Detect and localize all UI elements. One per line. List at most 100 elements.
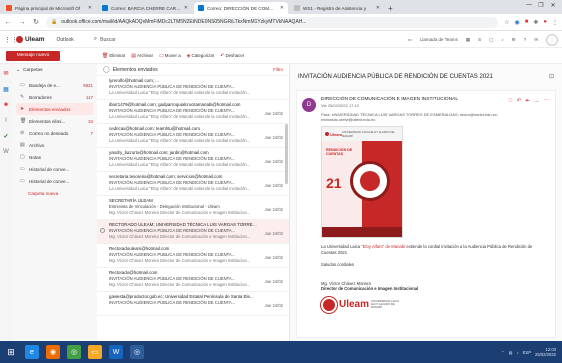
chevron-down-icon: ⌄ (16, 68, 21, 73)
chrome-icon[interactable]: ◎ (67, 345, 81, 359)
new-message-button[interactable]: Mensaje nuevo (6, 50, 60, 61)
pin-icon[interactable]: ⊡ (549, 73, 554, 80)
bell-icon[interactable]: ♪ (501, 37, 503, 42)
browser-tab[interactable]: Página principal de Microsoft Of ✕ (2, 2, 96, 14)
url-text: outlook.office.com/mail/id/AAQkADQxMmFiM… (61, 19, 307, 25)
select-radio-icon[interactable] (100, 228, 105, 233)
close-icon[interactable]: ✕ (280, 5, 284, 11)
list-item[interactable]: gaviesta@productor.gob.ec; Universidad E… (97, 292, 289, 316)
volume-icon[interactable]: ♪ (517, 350, 519, 355)
app-launcher-icon[interactable]: ⋮⋮⋮ (4, 36, 25, 44)
message-preview: La Universidad Laica "Eloy Alfaro" de Ma… (109, 138, 251, 143)
browser-tab-active[interactable]: Correo: DIRECCIÓN DE COMUNIC ✕ (194, 2, 288, 14)
folder-item-junk[interactable]: ⊘ Correo no deseado 7 (16, 127, 93, 139)
list-item[interactable]: cedricas@hotmail.com; teamhtu@hotmail.co… (97, 124, 289, 148)
extension-icon[interactable]: ■ (525, 19, 529, 25)
undo-button[interactable]: ↶ Deshacer (220, 53, 244, 59)
firefox-icon[interactable]: ◉ (46, 345, 60, 359)
categorize-button[interactable]: ◈ Categorizar (187, 53, 215, 59)
reply-icon[interactable]: ↶ (517, 98, 522, 104)
star-icon[interactable]: ☆ (504, 19, 509, 26)
windows-start-icon[interactable]: ⊞ (4, 345, 18, 359)
new-tab-icon[interactable]: + (388, 4, 393, 13)
list-item-selected[interactable]: RECTORADO ULEAM; UNIVERSIDAD TÉCNICA LUI… (97, 220, 289, 244)
new-folder-link[interactable]: Carpeta nueva (16, 191, 93, 196)
uleam-logo-icon (16, 36, 23, 43)
folder-label: Bandeja de e... (29, 82, 60, 88)
help-icon[interactable]: ? (524, 37, 527, 42)
folders-header[interactable]: ⌄ Carpetas (16, 68, 93, 73)
attachment-icon[interactable]: ⌇ (5, 117, 8, 124)
reply-all-icon[interactable]: ↞ (525, 98, 530, 104)
gear-icon[interactable]: ⚙ (512, 37, 516, 43)
list-item[interactable]: SECRETARÍA ULEAM Entrevista de Vinculaci… (97, 196, 289, 220)
filter-button[interactable]: Filtro (273, 67, 283, 72)
list-item[interactable]: secretaria.tesoreria@hotmail.com; servic… (97, 172, 289, 196)
select-all-icon[interactable]: ◯ (103, 66, 110, 73)
word-icon[interactable]: W (3, 149, 9, 155)
avatar[interactable] (546, 33, 558, 46)
reload-icon[interactable]: ↻ (32, 18, 40, 26)
extension-icon[interactable]: ◉ (514, 19, 519, 26)
browser-tab[interactable]: Correo: BARCIA CHERRE CARMEN ✕ (98, 2, 192, 14)
browser-tab[interactable]: WS1 - Registro de Asistencia y ✕ (290, 2, 384, 14)
uleam-seal-icon (321, 296, 337, 313)
folder-item-history[interactable]: ▭ Historial de conve... (16, 175, 93, 187)
folder-item-drafts[interactable]: ✎ Borradores 117 (16, 91, 93, 103)
message-date: Jue 24/02 (264, 111, 283, 116)
forward-icon[interactable]: → (534, 98, 540, 104)
chrome-active-icon[interactable]: ◎ (130, 345, 144, 359)
folder-icon: ▭ (159, 52, 164, 59)
folder-item-deleted[interactable]: 🗑 Elementos elimi... 34 (16, 115, 93, 127)
delete-button[interactable]: 🗑 Eliminar (102, 53, 125, 59)
file-explorer-icon[interactable]: ▭ (88, 345, 102, 359)
folder-item-archive[interactable]: ▤ Archivo (16, 139, 93, 151)
move-button[interactable]: ▭ Mover a (159, 53, 181, 59)
list-item[interactable]: lyrerulfo@hotmail.com; ... INVITACIÓN AU… (97, 76, 289, 100)
teams-call-icon[interactable]: ▭ (408, 37, 412, 43)
close-icon[interactable]: ✕ (184, 5, 188, 11)
teams-call-label[interactable]: Llamada de Teams (420, 37, 458, 42)
mail-icon[interactable]: ✉ (3, 70, 8, 77)
word-icon[interactable]: W (109, 345, 123, 359)
teams-icon[interactable]: ▦ (466, 37, 470, 43)
puzzle-icon[interactable]: ✚ (533, 19, 538, 26)
todo-icon[interactable]: ✔ (3, 133, 8, 140)
maximize-icon[interactable]: ❐ (536, 1, 546, 9)
list-item[interactable]: Rectoradouleam@hotmail.com INVITACIÓN AU… (97, 244, 289, 268)
like-icon[interactable]: ♡ (508, 98, 513, 104)
poster-heading: RENDICIÓN DE CUENTAS (326, 148, 353, 157)
list-item[interactable]: ibarr1479@hotmail.com; gadparroquialcruc… (97, 100, 289, 124)
list-item[interactable]: yandry_bazurto@hotmail.com; jardin@hotma… (97, 148, 289, 172)
feedback-icon[interactable]: ✉ (534, 37, 538, 43)
url-field[interactable]: 🔒 outlook.office.com/mail/id/AAQkADQxMmF… (46, 16, 499, 28)
minimize-icon[interactable]: — (524, 1, 534, 9)
language-icon[interactable]: ESP (523, 350, 531, 355)
close-icon[interactable]: ✕ (88, 5, 92, 11)
more-icon[interactable]: ⋯ (544, 98, 550, 104)
network-icon[interactable]: ▤ (509, 350, 513, 355)
calendar-icon[interactable]: ▢ (489, 37, 493, 43)
message-subject: INVITACIÓN AUDIENCIA PÚBLICA DE RENDICIÓ… (109, 132, 236, 137)
close-window-icon[interactable]: ✕ (548, 1, 558, 9)
skype-icon[interactable]: S (478, 37, 481, 42)
calendar-icon[interactable]: ▦ (3, 86, 9, 93)
back-icon[interactable]: ← (4, 19, 12, 26)
folder-item-notes[interactable]: ▢ Notas (16, 151, 93, 163)
scrollbar[interactable] (285, 124, 288, 184)
list-item[interactable]: Rectorado@hotmail.com INVITACIÓN AUDIENC… (97, 268, 289, 292)
clock[interactable]: 12:03 25/02/2022 (535, 347, 556, 357)
folder-item-sent[interactable]: ➤ Elementos enviados (16, 103, 93, 115)
close-icon[interactable]: ✕ (376, 5, 380, 11)
menu-icon[interactable]: ⋮ (552, 19, 558, 26)
search-input[interactable]: ⌕ Buscar (94, 35, 274, 45)
folder-item-history[interactable]: ▭ Historial de conve... (16, 163, 93, 175)
archive-button[interactable]: ▤ Archivar (131, 53, 153, 59)
folder-item-inbox[interactable]: ▭ Bandeja de e... 5921 (16, 79, 93, 91)
profile-icon[interactable]: ● (543, 19, 547, 25)
forward-icon[interactable]: → (18, 19, 26, 26)
message-date: Jue 24/02 (264, 135, 283, 140)
people-icon[interactable]: ☻ (3, 102, 9, 108)
chevron-up-icon[interactable]: ⌃ (501, 350, 505, 355)
edge-icon[interactable]: e (25, 345, 39, 359)
